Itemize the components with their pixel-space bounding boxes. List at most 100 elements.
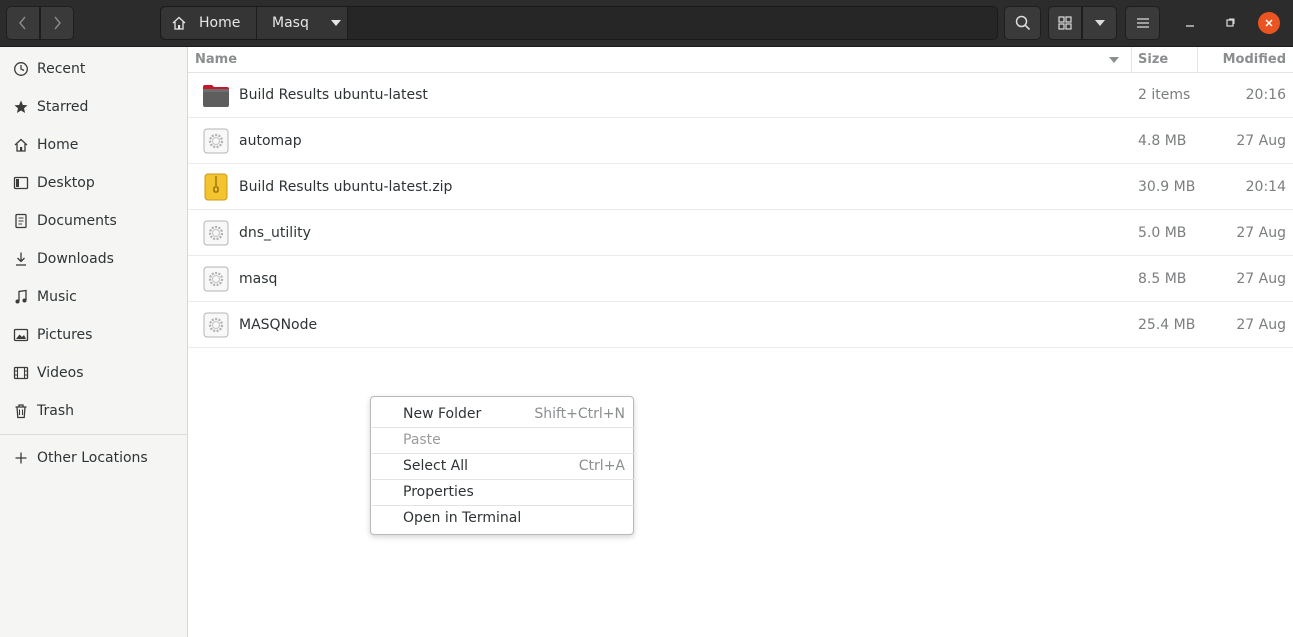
context-menu: New Folder Shift+Ctrl+N Paste Select All… [370, 396, 634, 535]
sidebar-item-pictures[interactable]: Pictures [0, 316, 187, 354]
sidebar-item-desktop[interactable]: Desktop [0, 164, 187, 202]
sidebar-item-label: Videos [37, 365, 84, 381]
grid-view-icon [1058, 16, 1072, 30]
main-menu-button[interactable] [1125, 6, 1160, 40]
menu-item-shortcut: Ctrl+A [578, 458, 625, 474]
executable-gear-icon [203, 266, 229, 292]
back-button[interactable] [6, 6, 40, 40]
file-name: Build Results ubuntu-latest.zip [239, 179, 453, 195]
sidebar-divider [0, 434, 187, 435]
menu-item-label: Properties [403, 484, 474, 500]
maximize-icon [1226, 18, 1235, 27]
executable-gear-icon [203, 312, 229, 338]
search-button[interactable] [1004, 6, 1041, 40]
file-modified: 27 Aug [1236, 133, 1286, 149]
file-name: dns_utility [239, 225, 311, 241]
search-icon [1015, 15, 1030, 31]
hamburger-menu-icon [1136, 18, 1149, 28]
close-icon [1265, 19, 1273, 27]
file-modified: 27 Aug [1236, 317, 1286, 333]
sidebar-item-label: Downloads [37, 251, 114, 267]
column-header-label: Modified [1222, 52, 1286, 67]
sidebar-item-label: Desktop [37, 175, 95, 191]
sort-caret-icon [1109, 57, 1119, 63]
file-modified: 20:16 [1245, 87, 1286, 103]
chevron-right-icon [54, 16, 61, 30]
file-modified: 20:14 [1245, 179, 1286, 195]
home-icon [172, 16, 186, 30]
maximize-button[interactable] [1219, 12, 1241, 34]
clock-icon [11, 59, 31, 79]
column-header-name[interactable]: Name [188, 47, 1132, 72]
download-icon [11, 249, 31, 269]
star-icon [11, 97, 31, 117]
path-crumb-home[interactable]: Home [161, 7, 257, 39]
file-name: masq [239, 271, 278, 287]
sidebar-item-starred[interactable]: Starred [0, 88, 187, 126]
trash-icon [11, 401, 31, 421]
file-size: 2 items [1138, 87, 1191, 103]
sidebar-item-trash[interactable]: Trash [0, 392, 187, 430]
file-size: 8.5 MB [1138, 271, 1187, 287]
sidebar-item-label: Documents [37, 213, 117, 229]
column-header-modified[interactable]: Modified [1198, 47, 1293, 72]
sidebar-item-label: Starred [37, 99, 89, 115]
menu-item-open-in-terminal[interactable]: Open in Terminal [372, 505, 634, 531]
sidebar-item-label: Trash [37, 403, 74, 419]
menu-item-label: Open in Terminal [403, 510, 522, 526]
menu-item-paste: Paste [372, 427, 634, 453]
minimize-button[interactable] [1179, 12, 1201, 34]
file-size: 5.0 MB [1138, 225, 1187, 241]
column-header-size[interactable]: Size [1132, 47, 1198, 72]
menu-item-label: New Folder [403, 406, 482, 422]
file-list[interactable]: Name Size Modified Build Results ubuntu-… [188, 47, 1293, 637]
grid-view-button[interactable] [1048, 6, 1082, 40]
menu-item-select-all[interactable]: Select All Ctrl+A [372, 453, 634, 479]
file-size: 4.8 MB [1138, 133, 1187, 149]
sidebar-item-videos[interactable]: Videos [0, 354, 187, 392]
file-row[interactable]: masq 8.5 MB 27 Aug [188, 256, 1293, 302]
sidebar: Recent Starred Home Desktop Documents Do… [0, 47, 188, 637]
menu-item-label: Select All [403, 458, 468, 474]
file-row[interactable]: dns_utility 5.0 MB 27 Aug [188, 210, 1293, 256]
forward-button[interactable] [40, 6, 74, 40]
menu-item-shortcut: Shift+Ctrl+N [534, 406, 625, 422]
picture-icon [11, 325, 31, 345]
sidebar-item-recent[interactable]: Recent [0, 50, 187, 88]
executable-gear-icon [203, 220, 229, 246]
file-name: Build Results ubuntu-latest [239, 87, 428, 103]
file-row[interactable]: Build Results ubuntu-latest 2 items 20:1… [188, 72, 1293, 118]
sidebar-item-label: Music [37, 289, 77, 305]
path-crumb-label: Masq [272, 15, 309, 31]
menu-item-label: Paste [403, 432, 441, 448]
file-size: 25.4 MB [1138, 317, 1196, 333]
file-modified: 27 Aug [1236, 225, 1286, 241]
plus-icon [11, 448, 31, 468]
view-options-button[interactable] [1082, 6, 1117, 40]
file-name: automap [239, 133, 302, 149]
home-icon [11, 135, 31, 155]
zip-archive-icon [204, 173, 228, 201]
caret-down-icon [330, 20, 341, 26]
sidebar-item-other-locations[interactable]: Other Locations [0, 439, 187, 477]
menu-item-new-folder[interactable]: New Folder Shift+Ctrl+N [372, 401, 634, 427]
close-button[interactable] [1258, 12, 1280, 34]
file-row[interactable]: MASQNode 25.4 MB 27 Aug [188, 302, 1293, 348]
sidebar-item-label: Recent [37, 61, 86, 77]
sidebar-item-downloads[interactable]: Downloads [0, 240, 187, 278]
sidebar-item-documents[interactable]: Documents [0, 202, 187, 240]
header-bar: Home Masq [0, 0, 1293, 47]
chevron-left-icon [19, 16, 26, 30]
column-header-label: Size [1138, 52, 1169, 67]
file-row[interactable]: automap 4.8 MB 27 Aug [188, 118, 1293, 164]
sidebar-item-label: Other Locations [37, 450, 148, 466]
document-icon [11, 211, 31, 231]
sidebar-item-home[interactable]: Home [0, 126, 187, 164]
music-icon [11, 287, 31, 307]
file-row[interactable]: Build Results ubuntu-latest.zip 30.9 MB … [188, 164, 1293, 210]
path-bar: Home Masq [160, 6, 998, 40]
sidebar-item-music[interactable]: Music [0, 278, 187, 316]
executable-gear-icon [203, 128, 229, 154]
path-crumb-masq[interactable]: Masq [257, 7, 348, 39]
menu-item-properties[interactable]: Properties [372, 479, 634, 505]
